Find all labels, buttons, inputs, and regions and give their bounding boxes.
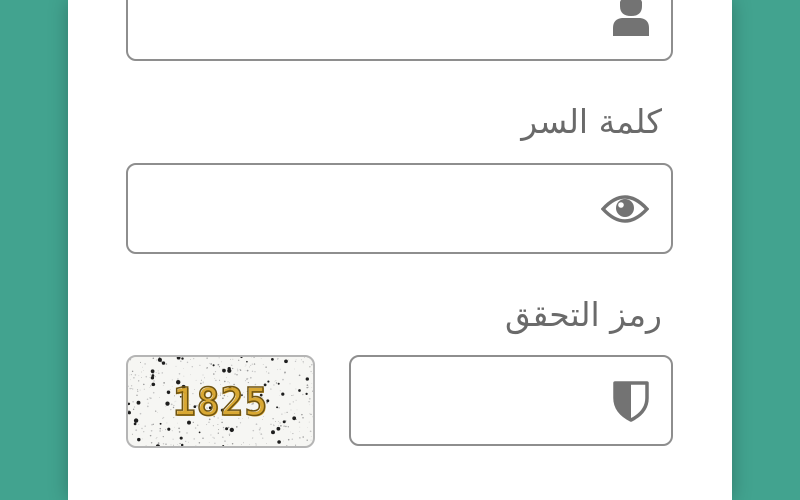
password-field[interactable]	[126, 163, 673, 254]
login-card: كلمة السر رمز التحقق 1825	[68, 0, 732, 500]
username-input[interactable]	[142, 0, 599, 51]
password-label: كلمة السر	[521, 102, 662, 141]
captcha-code: 1825	[172, 379, 269, 425]
username-field[interactable]	[126, 0, 673, 61]
captcha-image: 1825	[126, 355, 315, 448]
eye-icon[interactable]	[601, 193, 649, 225]
password-input[interactable]	[142, 175, 599, 244]
captcha-field[interactable]	[349, 355, 673, 446]
shield-icon	[613, 380, 649, 422]
captcha-input[interactable]	[365, 367, 599, 436]
captcha-label: رمز التحقق	[504, 295, 662, 334]
user-icon	[613, 0, 649, 36]
